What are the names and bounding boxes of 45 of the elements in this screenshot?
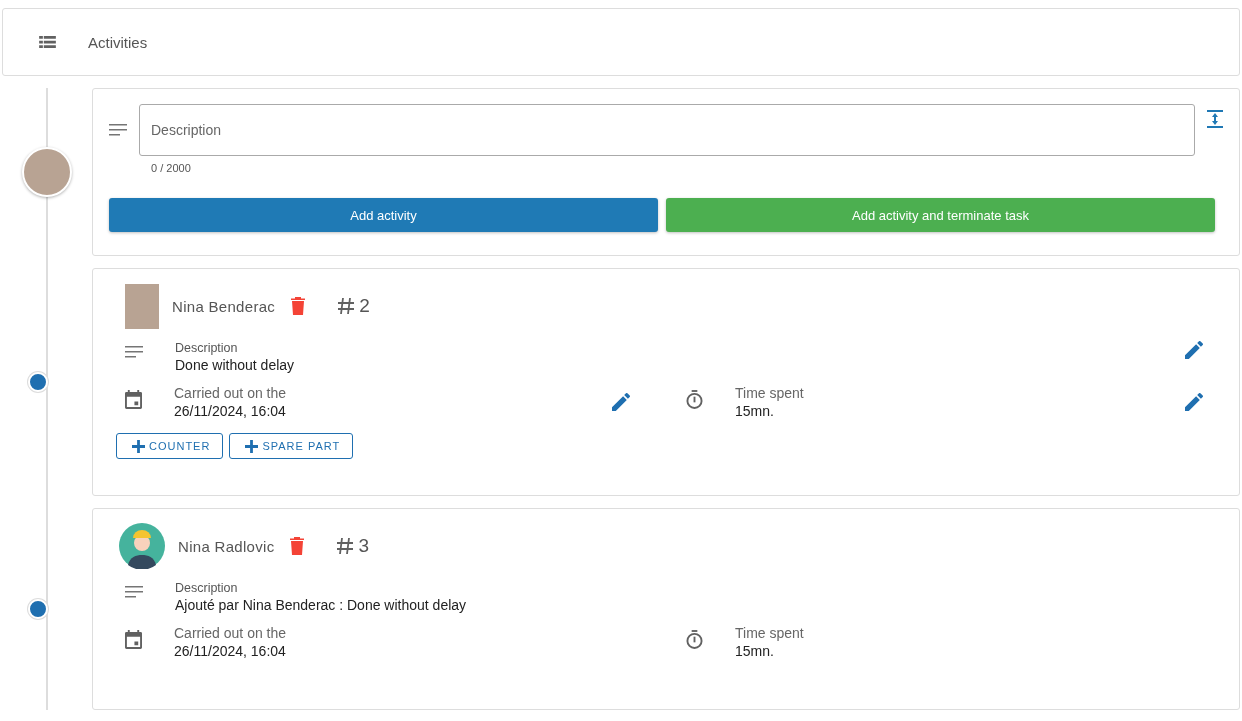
notes-icon — [125, 346, 143, 358]
add-activity-button[interactable]: Add activity — [109, 198, 658, 232]
timeline-dot — [28, 372, 48, 392]
stopwatch-icon — [686, 630, 703, 649]
field-label: Carried out on the — [174, 625, 288, 641]
description-text: Done without delay — [175, 357, 296, 373]
worker-avatar-icon — [119, 523, 165, 569]
date-text: 26/11/2024, 16:04 — [174, 403, 287, 419]
add-counter-button[interactable]: COUNTER — [116, 433, 224, 459]
timeline-dot — [28, 599, 48, 619]
field-label: Description — [175, 581, 239, 595]
delete-icon[interactable] — [291, 297, 306, 315]
edit-icon[interactable] — [1185, 341, 1203, 359]
edit-icon[interactable] — [612, 393, 630, 411]
add-spare-part-button[interactable]: SPARE PART — [229, 433, 354, 459]
field-label: Description — [175, 341, 239, 355]
hash-icon — [336, 537, 355, 555]
edit-icon[interactable] — [1185, 393, 1203, 411]
time-spent-text: 15mn. — [735, 643, 775, 659]
author-name: Nina Benderac — [172, 297, 276, 315]
date-text: 26/11/2024, 16:04 — [174, 643, 287, 659]
author-name: Nina Radlovic — [178, 537, 275, 555]
plus-icon — [132, 439, 145, 453]
time-spent-text: 15mn. — [735, 403, 775, 419]
activity-number: 3 — [358, 535, 370, 557]
notes-icon — [109, 124, 127, 136]
plus-icon — [245, 439, 259, 453]
avatar-photo-placeholder — [22, 147, 72, 197]
calendar-icon — [125, 630, 142, 649]
field-label: Time spent — [735, 385, 805, 401]
character-counter: 0 / 2000 — [151, 162, 192, 174]
avatar-photo-placeholder — [125, 283, 159, 329]
field-label: Time spent — [735, 625, 805, 641]
description-field[interactable]: Description — [139, 104, 1195, 156]
section-title: Activities — [88, 33, 148, 51]
expand-height-icon[interactable] — [1207, 110, 1223, 128]
description-text: Ajouté par Nina Benderac : Done without delay — [175, 597, 468, 613]
delete-icon[interactable] — [290, 537, 305, 555]
field-label: Carried out on the — [174, 385, 288, 401]
hash-icon — [337, 297, 356, 315]
list-icon — [39, 35, 56, 49]
calendar-icon — [125, 390, 142, 409]
activity-number: 2 — [359, 295, 370, 317]
notes-icon — [125, 586, 143, 598]
stopwatch-icon — [686, 390, 703, 409]
